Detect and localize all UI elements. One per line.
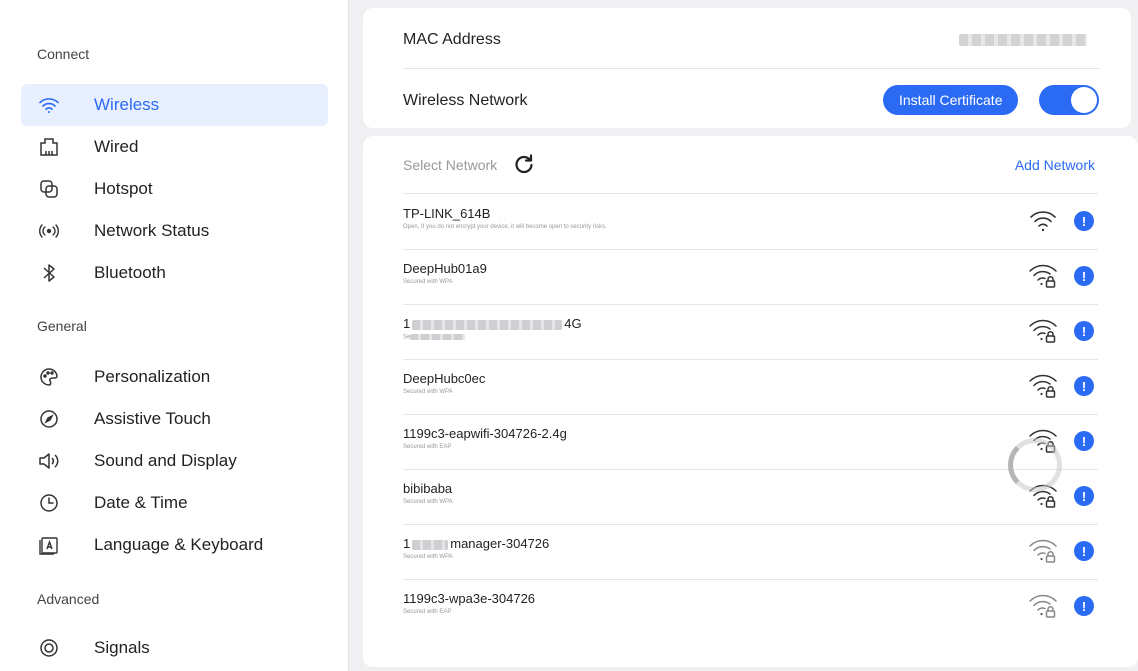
network-info-icon[interactable]: ! <box>1074 321 1094 341</box>
network-info-icon[interactable]: ! <box>1074 431 1094 451</box>
network-name-suffix: 4G <box>564 316 582 331</box>
wifi-lock-icon <box>1028 371 1058 401</box>
network-name: DeepHub01a9 <box>403 261 487 276</box>
palette-icon <box>38 366 60 388</box>
mac-address-value <box>959 34 1087 46</box>
redacted-text <box>412 319 563 330</box>
sidebar-item-assistive-touch[interactable]: Assistive Touch <box>21 398 328 440</box>
network-info-icon[interactable]: ! <box>1074 211 1094 231</box>
wifi-signal-icon <box>1028 206 1058 236</box>
signal-broadcast-icon <box>38 220 60 242</box>
sidebar-item-date-time[interactable]: Date & Time <box>21 482 328 524</box>
network-info-icon[interactable]: ! <box>1074 596 1094 616</box>
network-security: Secured with WPA <box>403 499 453 505</box>
section-label-connect: Connect <box>37 46 90 62</box>
sidebar-item-label: Signals <box>94 638 150 657</box>
network-name-prefix: 1 <box>403 536 411 551</box>
sidebar-item-label: Date & Time <box>94 493 188 512</box>
loading-spinner <box>1008 438 1062 492</box>
sidebar-item-label: Assistive Touch <box>94 409 211 428</box>
network-name: bibibaba <box>403 481 453 496</box>
network-name: 1199c3-eapwifi-304726-2.4g <box>403 426 567 441</box>
network-row[interactable]: 1 4G Se ! <box>403 304 1098 359</box>
wifi-lock-icon <box>1028 536 1058 566</box>
network-security: Secured with EAP <box>403 444 452 450</box>
section-label-advanced: Advanced <box>37 591 100 607</box>
wifi-icon <box>38 94 60 116</box>
sidebar-item-label: Personalization <box>94 367 211 386</box>
sidebar: Connect Wireless Wired Hotspot Network S… <box>0 0 349 671</box>
sidebar-item-network-status[interactable]: Network Status <box>21 210 328 252</box>
network-security: Secured with WPA <box>403 389 453 395</box>
network-name: 1 4G <box>403 316 582 331</box>
sidebar-item-wireless[interactable]: Wireless <box>21 84 328 126</box>
sidebar-item-wired[interactable]: Wired <box>21 126 328 168</box>
install-certificate-button[interactable]: Install Certificate <box>883 85 1019 115</box>
wifi-lock-icon <box>1028 261 1058 291</box>
network-row[interactable]: DeepHub01a9 Secured with WPA ! <box>403 249 1098 304</box>
compass-icon <box>38 408 60 430</box>
network-row[interactable]: DeepHubc0ec Secured with WPA ! <box>403 359 1098 414</box>
sidebar-item-label: Hotspot <box>94 179 153 198</box>
refresh-icon[interactable] <box>513 153 535 175</box>
network-info-icon[interactable]: ! <box>1074 266 1094 286</box>
add-network-link[interactable]: Add Network <box>1015 157 1095 173</box>
wireless-toggle[interactable] <box>1039 85 1099 115</box>
network-row[interactable]: 1199c3-eapwifi-304726-2.4g Secured with … <box>403 414 1098 469</box>
network-name: 1 manager-304726 <box>403 536 549 551</box>
hotspot-icon <box>38 178 60 200</box>
networks-card: Select Network Add Network TP-LINK_614B … <box>363 136 1138 667</box>
section-label-general: General <box>37 318 87 334</box>
wifi-lock-icon <box>1028 591 1058 621</box>
select-network-label: Select Network <box>403 157 498 173</box>
network-name: TP-LINK_614B <box>403 206 491 221</box>
wifi-lock-icon <box>1028 316 1058 346</box>
network-row[interactable]: bibibaba Secured with WPA ! <box>403 469 1098 524</box>
sidebar-item-signals[interactable]: Signals <box>21 627 328 669</box>
network-row[interactable]: TP-LINK_614B Open, If you do not encrypt… <box>403 194 1098 249</box>
redacted-text <box>412 539 449 550</box>
wireless-settings-card: MAC Address Wireless Network Install Cer… <box>363 8 1131 128</box>
toggle-knob <box>1071 87 1097 113</box>
sidebar-item-label: Wired <box>94 137 139 156</box>
network-row[interactable]: 1199c3-wpa3e-304726 Secured with EAP ! <box>403 579 1098 634</box>
sidebar-item-label: Bluetooth <box>94 263 166 282</box>
network-info-icon[interactable]: ! <box>1074 486 1094 506</box>
network-security: Se <box>403 334 466 341</box>
mac-address-label: MAC Address <box>403 31 501 48</box>
keyboard-icon <box>38 534 60 556</box>
network-row[interactable]: 1 manager-304726 Secured with WPA ! <box>403 524 1098 579</box>
sidebar-item-personalization[interactable]: Personalization <box>21 356 328 398</box>
network-security: Secured with EAP <box>403 609 452 615</box>
sidebar-item-label: Network Status <box>94 221 210 240</box>
sidebar-item-hotspot[interactable]: Hotspot <box>21 168 328 210</box>
sidebar-item-label: Wireless <box>94 95 160 114</box>
signals-icon <box>38 637 60 659</box>
network-info-icon[interactable]: ! <box>1074 376 1094 396</box>
sidebar-item-language-keyboard[interactable]: Language & Keyboard <box>21 524 328 566</box>
network-name-suffix: manager-304726 <box>450 536 550 551</box>
network-security: Secured with WPA <box>403 279 453 285</box>
network-info-icon[interactable]: ! <box>1074 541 1094 561</box>
network-name-prefix: 1 <box>403 316 411 331</box>
wireless-network-label: Wireless Network <box>403 92 528 109</box>
divider <box>403 68 1099 69</box>
sidebar-item-bluetooth[interactable]: Bluetooth <box>21 252 328 294</box>
network-security: Secured with WPA <box>403 554 453 560</box>
network-name: 1199c3-wpa3e-304726 <box>403 591 536 606</box>
network-security: Open, If you do not encrypt your device,… <box>403 224 607 230</box>
sidebar-item-sound-display[interactable]: Sound and Display <box>21 440 328 482</box>
bluetooth-icon <box>38 262 60 284</box>
clock-icon <box>38 492 60 514</box>
network-name: DeepHubc0ec <box>403 371 486 386</box>
sidebar-item-label: Language & Keyboard <box>94 535 264 554</box>
ethernet-icon <box>38 136 60 158</box>
redacted-text <box>410 334 466 340</box>
sidebar-item-label: Sound and Display <box>94 451 237 470</box>
network-security-prefix: Se <box>403 334 411 341</box>
speaker-icon <box>38 450 60 472</box>
